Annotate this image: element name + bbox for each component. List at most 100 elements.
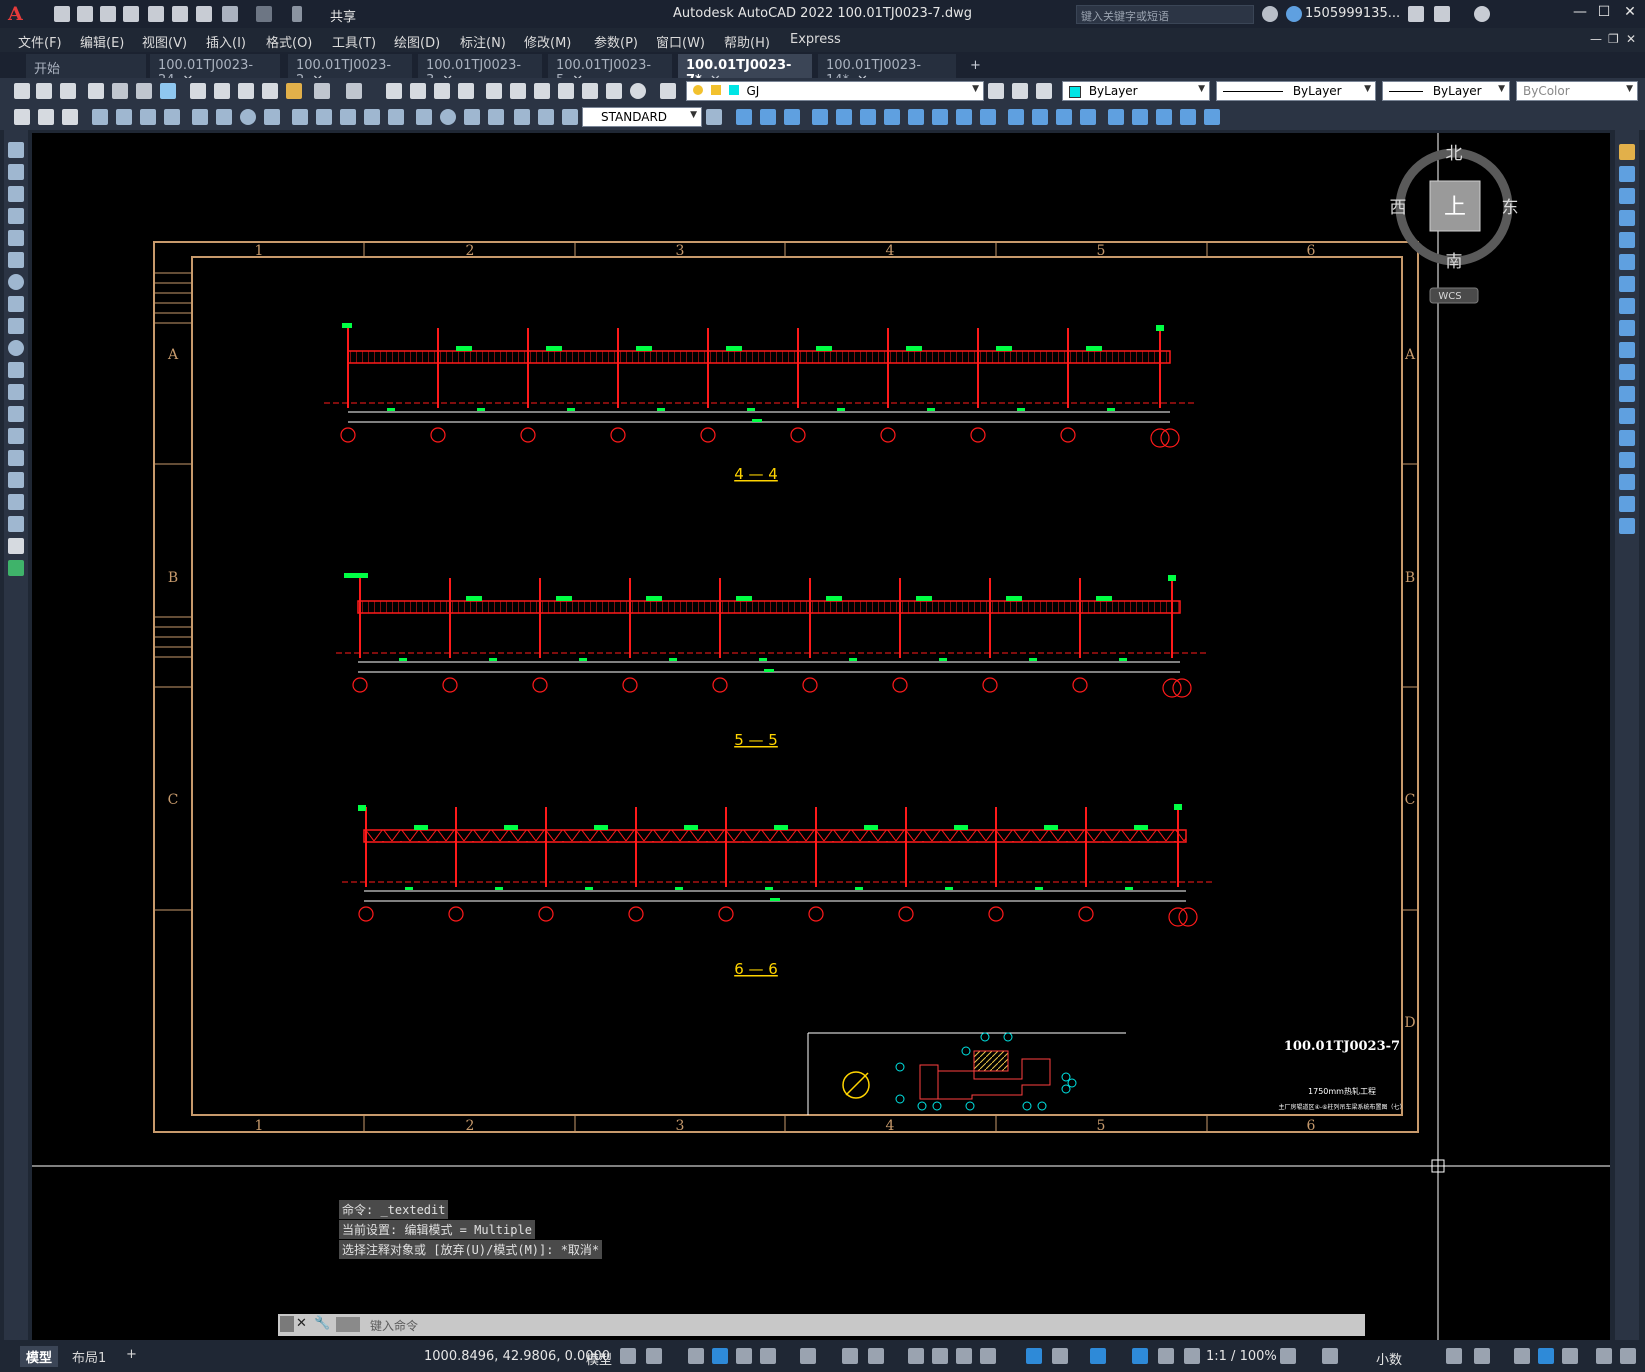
- fillet-icon[interactable]: [1619, 474, 1635, 490]
- compass-south[interactable]: 南: [1446, 252, 1463, 272]
- quick-dimension-icon[interactable]: [292, 109, 308, 125]
- customize-icon[interactable]: 🔧: [314, 1316, 330, 1331]
- cut-icon[interactable]: [190, 83, 206, 99]
- menu-insert[interactable]: 插入(I): [206, 32, 246, 51]
- tab-model[interactable]: 模型: [20, 1346, 59, 1367]
- publish-3d-icon[interactable]: [160, 83, 176, 99]
- line-icon[interactable]: [8, 142, 24, 158]
- offset-icon[interactable]: [812, 109, 828, 125]
- break-icon[interactable]: [1008, 109, 1024, 125]
- viewcube[interactable]: 上 北 南 东 西 WCS: [1390, 144, 1519, 304]
- add-layout-button[interactable]: +: [120, 1346, 143, 1363]
- insert-block-icon[interactable]: [8, 384, 24, 400]
- help-icon[interactable]: [1474, 6, 1490, 22]
- menu-format[interactable]: 格式(O): [266, 32, 312, 51]
- dynamic-input-icon[interactable]: [712, 1348, 728, 1364]
- center-mark-icon[interactable]: [440, 109, 456, 125]
- close-command-icon[interactable]: ✕: [296, 1316, 307, 1331]
- baseline-dimension-icon[interactable]: [316, 109, 332, 125]
- table-icon[interactable]: [8, 516, 24, 532]
- tab-doc-24[interactable]: 100.01TJ0023-24✕: [150, 54, 280, 88]
- calculator-icon[interactable]: [606, 83, 622, 99]
- gear-icon[interactable]: [1280, 1348, 1296, 1364]
- zoom-realtime-icon[interactable]: [410, 83, 426, 99]
- isolate-objects-icon[interactable]: [1514, 1348, 1530, 1364]
- layer-dropdown[interactable]: GJ ▼: [686, 81, 984, 101]
- polygon-icon[interactable]: [8, 208, 24, 224]
- construction-line-icon[interactable]: [8, 164, 24, 180]
- zoom-window-icon[interactable]: [434, 83, 450, 99]
- customize-dropdown-icon[interactable]: [292, 6, 302, 22]
- offset-icon[interactable]: [1619, 210, 1635, 226]
- lineweight-dropdown[interactable]: ByLayer ▼: [1382, 81, 1510, 101]
- insert-icon[interactable]: [1156, 109, 1172, 125]
- section-5-5-elevation[interactable]: [336, 573, 1208, 698]
- dimension-space-icon[interactable]: [364, 109, 380, 125]
- menu-view[interactable]: 视图(V): [142, 32, 187, 51]
- polyline-icon[interactable]: [8, 186, 24, 202]
- layer-iso-icon[interactable]: [62, 109, 78, 125]
- dynamic-ucs-icon[interactable]: [1026, 1348, 1042, 1364]
- save-web-icon[interactable]: [172, 6, 188, 22]
- break-at-point-icon[interactable]: [1619, 386, 1635, 402]
- stretch-icon[interactable]: [932, 109, 948, 125]
- cart-icon[interactable]: [1408, 6, 1424, 22]
- copy-object-icon[interactable]: [760, 109, 776, 125]
- paste-icon[interactable]: [238, 83, 254, 99]
- undo-icon[interactable]: [314, 83, 330, 99]
- dimension-edit-icon[interactable]: [514, 109, 530, 125]
- redo-icon[interactable]: [346, 83, 362, 99]
- inspection-icon[interactable]: [464, 109, 480, 125]
- layer-properties-icon[interactable]: [660, 83, 676, 99]
- move-icon[interactable]: [860, 109, 876, 125]
- stretch-icon[interactable]: [1619, 320, 1635, 336]
- search-icon[interactable]: [1262, 6, 1278, 22]
- linear-dimension-icon[interactable]: [92, 109, 108, 125]
- auto-scale-icon[interactable]: [1158, 1348, 1174, 1364]
- radius-dimension-icon[interactable]: [192, 109, 208, 125]
- spline-icon[interactable]: [8, 318, 24, 334]
- share-button[interactable]: 共享: [330, 6, 356, 25]
- drawing-canvas[interactable]: 1 2 3 4 5 6 1 2 3 4 5 6 A B C A B C D 4 …: [32, 133, 1610, 1340]
- open-file-icon[interactable]: [77, 6, 93, 22]
- gizmo-icon[interactable]: [1090, 1348, 1106, 1364]
- region-icon[interactable]: [8, 494, 24, 510]
- tool-palettes-icon[interactable]: [534, 83, 550, 99]
- rectangle-icon[interactable]: [8, 230, 24, 246]
- make-block-icon[interactable]: [8, 406, 24, 422]
- erase-icon[interactable]: [736, 109, 752, 125]
- erase-icon[interactable]: [1619, 144, 1635, 160]
- join-icon[interactable]: [1032, 109, 1048, 125]
- lineweight-icon[interactable]: [908, 1348, 924, 1364]
- add-selected-icon[interactable]: [8, 560, 24, 576]
- markup-icon[interactable]: [582, 83, 598, 99]
- block-icon[interactable]: [1132, 109, 1148, 125]
- plotstyle-dropdown[interactable]: ByColor ▼: [1516, 81, 1638, 101]
- tab-doc-14[interactable]: 100.01TJ0023-14*✕: [818, 54, 956, 88]
- compass-north[interactable]: 北: [1446, 144, 1463, 164]
- print-icon[interactable]: [88, 83, 104, 99]
- username[interactable]: 1505999135...: [1305, 6, 1400, 21]
- tab-doc-5[interactable]: 100.01TJ0023-5✕: [548, 54, 672, 88]
- publish-icon[interactable]: [136, 83, 152, 99]
- dimension-style-icon[interactable]: [706, 109, 722, 125]
- menu-icon[interactable]: [1620, 1348, 1636, 1364]
- array-icon[interactable]: [836, 109, 852, 125]
- help-icon[interactable]: [630, 83, 646, 99]
- join-icon[interactable]: [1619, 430, 1635, 446]
- doc-restore-button[interactable]: ❐: [1608, 32, 1619, 46]
- angular-dimension-icon[interactable]: [264, 109, 280, 125]
- menu-draw[interactable]: 绘图(D): [394, 32, 440, 51]
- transparency-icon[interactable]: [932, 1348, 948, 1364]
- annotation-scale-icon[interactable]: [1184, 1348, 1200, 1364]
- object-snap-icon[interactable]: [868, 1348, 884, 1364]
- autocad-logo-icon[interactable]: A: [8, 3, 23, 25]
- selection-filter-icon[interactable]: [1052, 1348, 1068, 1364]
- linetype-dropdown[interactable]: ByLayer ▼: [1216, 81, 1376, 101]
- ellipse-icon[interactable]: [8, 340, 24, 356]
- dimension-style-dropdown[interactable]: STANDARD ▼: [582, 107, 702, 127]
- menu-modify[interactable]: 修改(M): [524, 32, 571, 51]
- object-icon[interactable]: [14, 109, 30, 125]
- ellipse-arc-icon[interactable]: [8, 362, 24, 378]
- mirror-icon[interactable]: [784, 109, 800, 125]
